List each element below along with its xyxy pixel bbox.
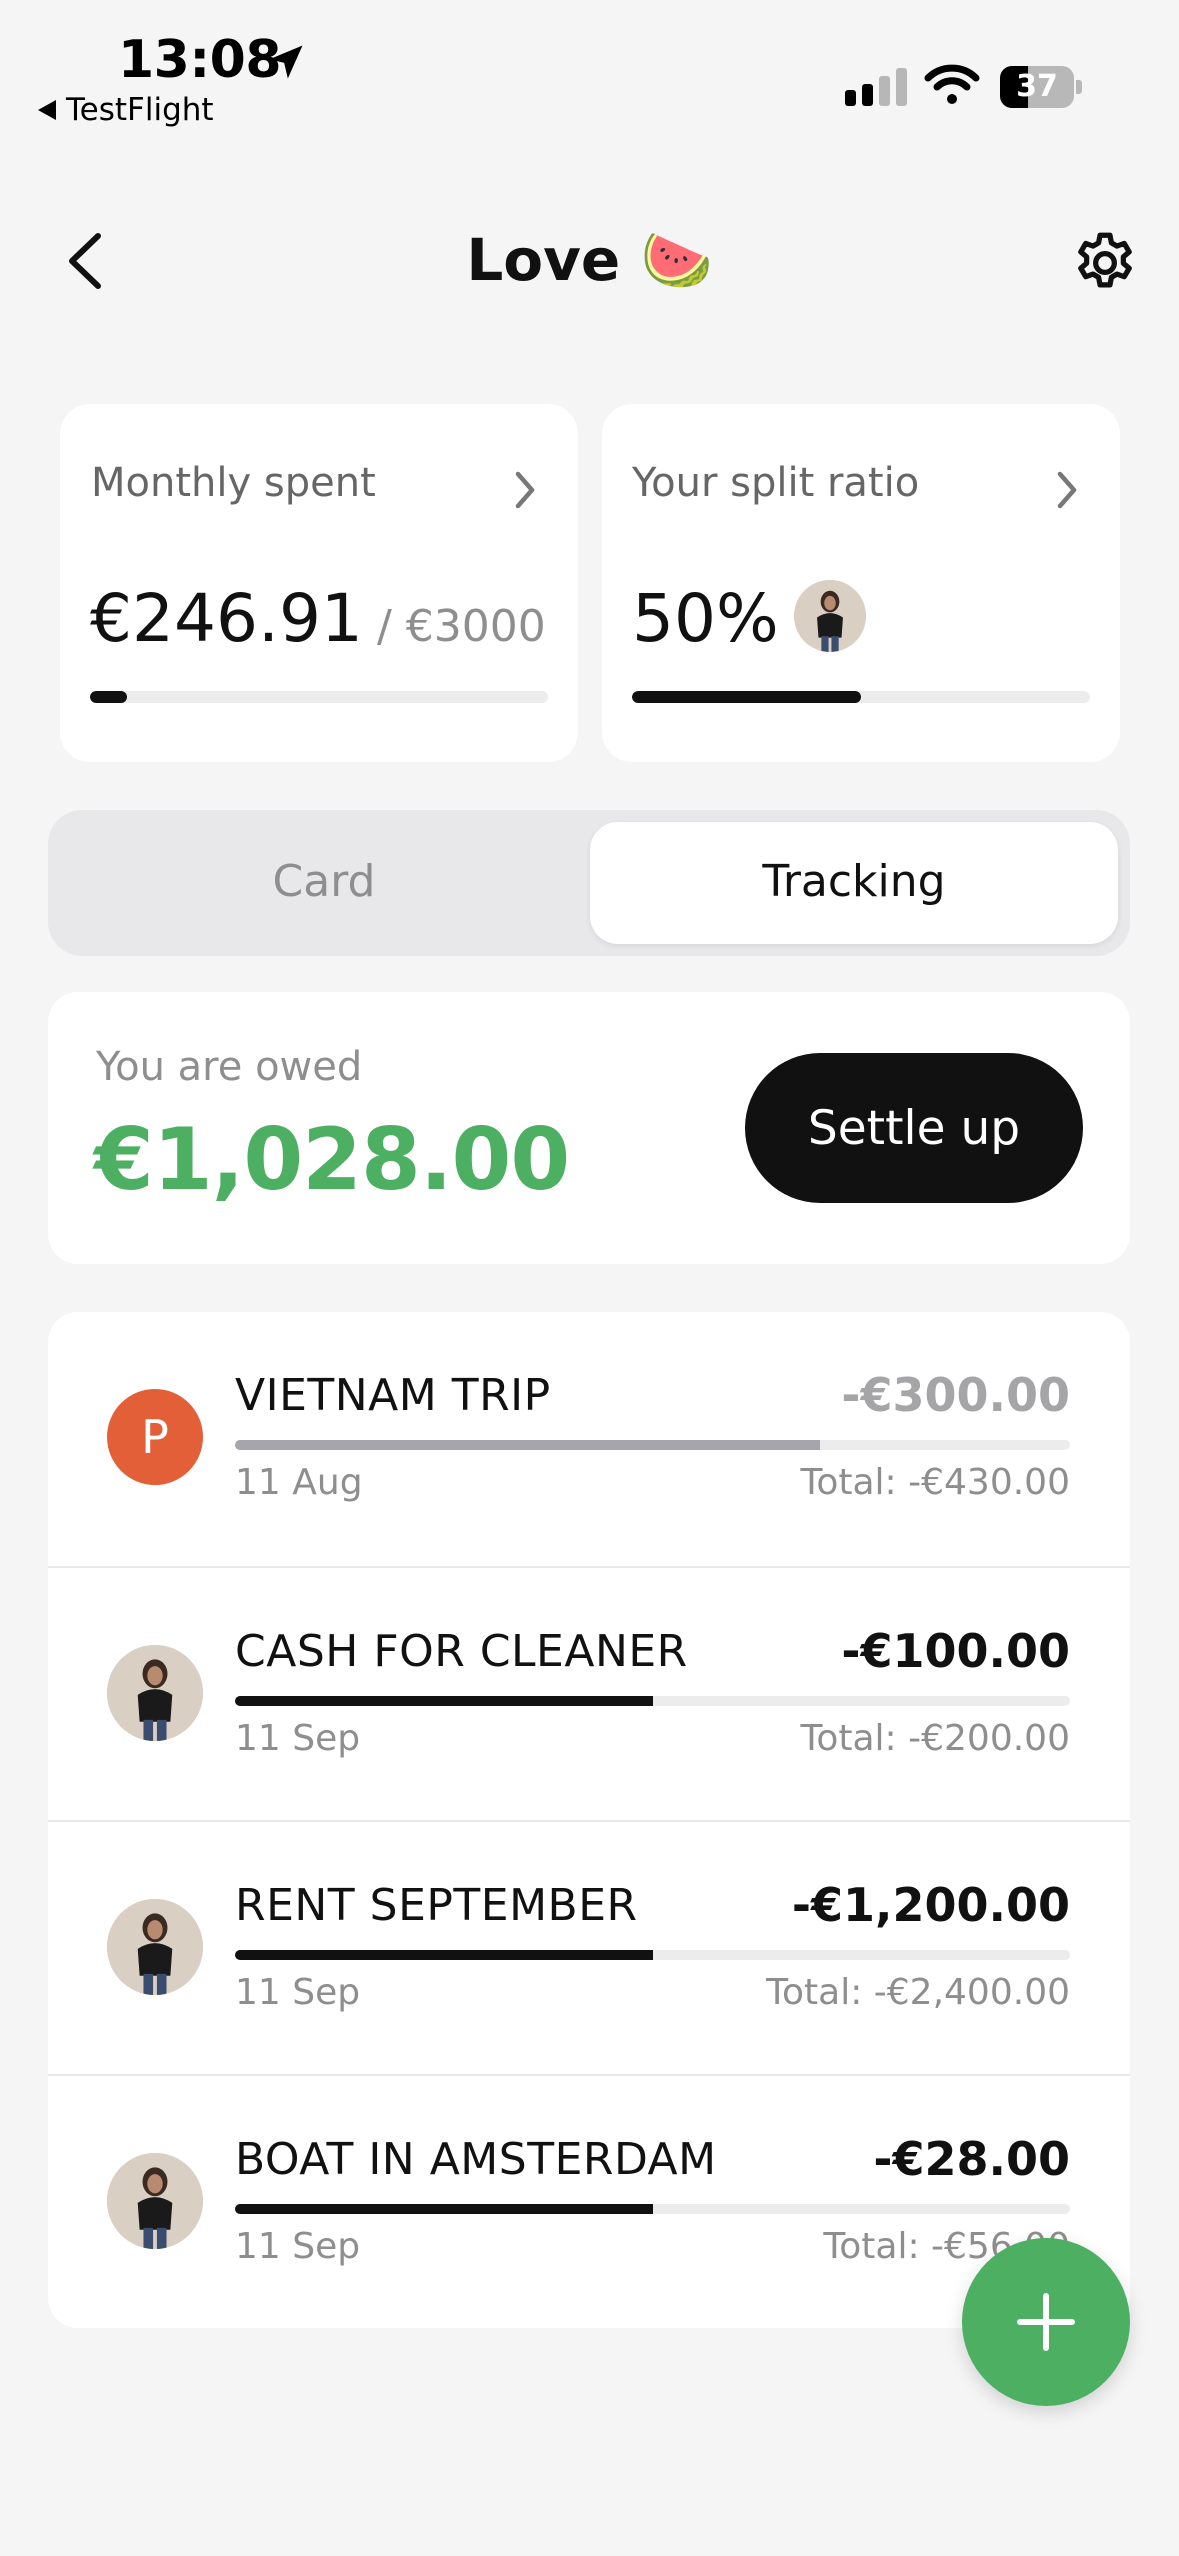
chevron-right-icon bbox=[515, 471, 535, 509]
wifi-icon bbox=[924, 64, 980, 104]
expense-share-amount: -€28.00 bbox=[873, 2132, 1070, 2186]
expense-date: 11 Sep bbox=[235, 1718, 361, 1759]
monthly-spent-card[interactable]: Monthly spent €246.91 / €3000 bbox=[60, 404, 578, 762]
tab-card[interactable]: Card bbox=[60, 856, 588, 907]
expense-share-amount: -€100.00 bbox=[841, 1624, 1070, 1678]
tab-tracking[interactable]: Tracking bbox=[590, 856, 1118, 907]
expense-progress-bar bbox=[235, 1440, 1070, 1450]
expense-progress-bar bbox=[235, 2204, 1070, 2214]
back-triangle-icon bbox=[38, 100, 56, 120]
expense-total: Total: -€430.00 bbox=[800, 1462, 1070, 1503]
back-app-label: TestFlight bbox=[66, 92, 214, 128]
chevron-right-icon bbox=[1057, 471, 1077, 509]
battery-icon: 37 bbox=[1000, 66, 1074, 108]
expense-name: BOAT IN AMSTERDAM bbox=[235, 2134, 717, 2185]
monthly-limit: / €3000 bbox=[376, 601, 546, 652]
expense-row[interactable]: RENT SEPTEMBER -€1,200.00 11 Sep Total: … bbox=[48, 1820, 1130, 2074]
expense-list: P VIETNAM TRIP -€300.00 11 Aug Total: -€… bbox=[48, 1312, 1130, 2328]
expense-date: 11 Aug bbox=[235, 1462, 363, 1503]
expense-progress-bar bbox=[235, 1696, 1070, 1706]
battery-tip bbox=[1076, 80, 1082, 94]
expense-progress-bar bbox=[235, 1950, 1070, 1960]
settle-up-button[interactable]: Settle up bbox=[745, 1053, 1083, 1203]
expense-share-amount: -€1,200.00 bbox=[791, 1878, 1070, 1932]
expense-date: 11 Sep bbox=[235, 2226, 361, 2267]
payer-photo-avatar bbox=[107, 2153, 203, 2249]
status-time: 13:08 bbox=[118, 30, 282, 90]
back-to-app-link[interactable]: TestFlight bbox=[38, 92, 214, 128]
expense-date: 11 Sep bbox=[235, 1972, 361, 2013]
add-expense-button[interactable] bbox=[962, 2238, 1130, 2406]
expense-row[interactable]: P VIETNAM TRIP -€300.00 11 Aug Total: -€… bbox=[48, 1312, 1130, 1566]
split-ratio-label: Your split ratio bbox=[632, 460, 920, 506]
expense-total: Total: -€200.00 bbox=[800, 1718, 1070, 1759]
owed-amount: €1,028.00 bbox=[94, 1110, 570, 1210]
battery-level: 37 bbox=[1016, 69, 1058, 104]
expense-name: CASH FOR CLEANER bbox=[235, 1626, 688, 1677]
expense-share-amount: -€300.00 bbox=[841, 1368, 1070, 1422]
monthly-progress-bar bbox=[90, 691, 548, 703]
cellular-signal-icon bbox=[845, 68, 907, 106]
payer-initial-avatar: P bbox=[107, 1389, 203, 1485]
gear-icon[interactable] bbox=[1070, 228, 1140, 298]
page-title: Love 🍉 bbox=[466, 226, 713, 294]
location-arrow-icon bbox=[269, 45, 303, 79]
payer-photo-avatar bbox=[107, 1899, 203, 1995]
payer-photo-avatar bbox=[107, 1645, 203, 1741]
expense-row[interactable]: CASH FOR CLEANER -€100.00 11 Sep Total: … bbox=[48, 1566, 1130, 1820]
expense-name: VIETNAM TRIP bbox=[235, 1370, 551, 1421]
plus-icon bbox=[1017, 2293, 1075, 2351]
expense-name: RENT SEPTEMBER bbox=[235, 1880, 638, 1931]
split-ratio-card[interactable]: Your split ratio 50% bbox=[602, 404, 1120, 762]
owed-label: You are owed bbox=[96, 1044, 363, 1090]
expense-total: Total: -€2,400.00 bbox=[766, 1972, 1070, 2013]
partner-avatar bbox=[794, 580, 866, 652]
split-ratio-progress-bar bbox=[632, 691, 1090, 703]
monthly-spent-label: Monthly spent bbox=[91, 460, 376, 506]
monthly-spent-amount: €246.91 bbox=[90, 580, 363, 657]
split-ratio-value: 50% bbox=[632, 580, 779, 657]
